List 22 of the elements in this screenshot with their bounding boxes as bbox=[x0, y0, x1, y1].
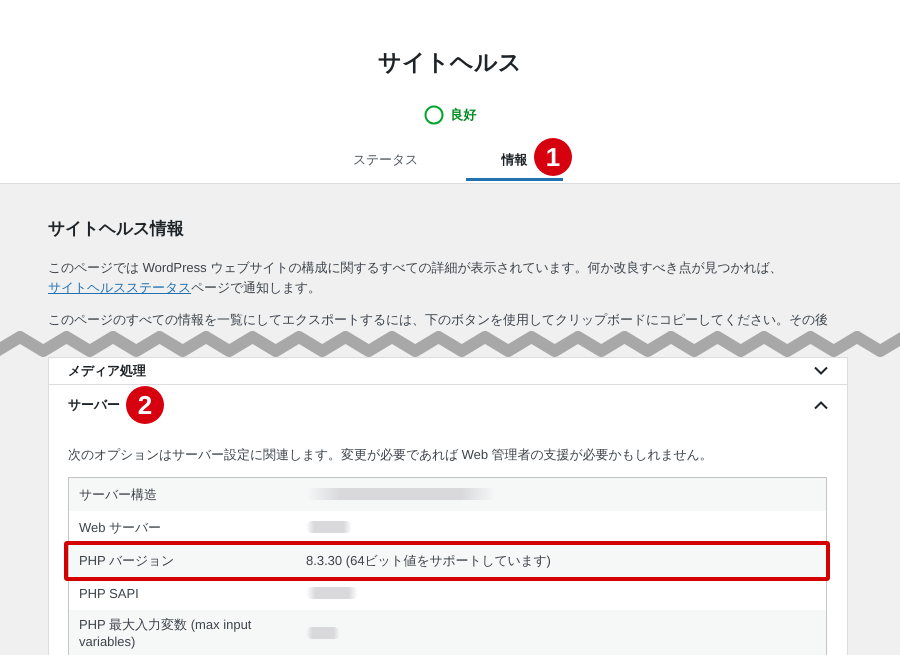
callout-badge: 2 bbox=[126, 386, 164, 424]
row-label: PHP バージョン bbox=[79, 552, 174, 568]
status-ring-icon bbox=[424, 105, 444, 125]
section-toggle[interactable]: サーバー bbox=[68, 395, 120, 415]
section-heading: サイトヘルス情報 bbox=[48, 218, 184, 240]
row-label: Web サーバー bbox=[79, 520, 162, 534]
status-label: 良好 bbox=[450, 106, 476, 124]
status-link[interactable]: サイトヘルスステータス bbox=[48, 280, 191, 294]
row-label: サーバー構造 bbox=[79, 486, 157, 502]
intro-paragraph: このページでは WordPress ウェブサイトの構成に関するすべての詳細が表示されています。何か改良すべき点が見つかれば、 サイトヘルスステータスページで通知します。 bbox=[48, 259, 784, 296]
callout-badge: 1 bbox=[534, 138, 572, 176]
page-title: サイトヘルス bbox=[378, 48, 522, 77]
section-description: 次のオプションはサーバー設定に関連します。変更が必要であれば Web 管理者の支援が必要かもしれません。 bbox=[68, 446, 713, 464]
chevron-down-icon[interactable] bbox=[813, 366, 829, 376]
row-value: 8.3.30 (64ビット値をサポートしています) bbox=[306, 552, 551, 568]
export-paragraph: このページのすべての情報を一覧にしてエクスポートするには、下のボタンを使用してクリップボードにコピーしてください。その後 bbox=[48, 311, 829, 329]
chevron-up-icon[interactable] bbox=[813, 400, 829, 410]
tab[interactable]: ステータス bbox=[349, 141, 422, 178]
section-toggle[interactable]: メディア処理 bbox=[68, 361, 146, 381]
row-label: PHP 最大入力変数 (max input variables) bbox=[79, 616, 252, 648]
row-label: PHP SAPI bbox=[79, 586, 139, 600]
tab[interactable]: 情報 bbox=[498, 141, 532, 178]
